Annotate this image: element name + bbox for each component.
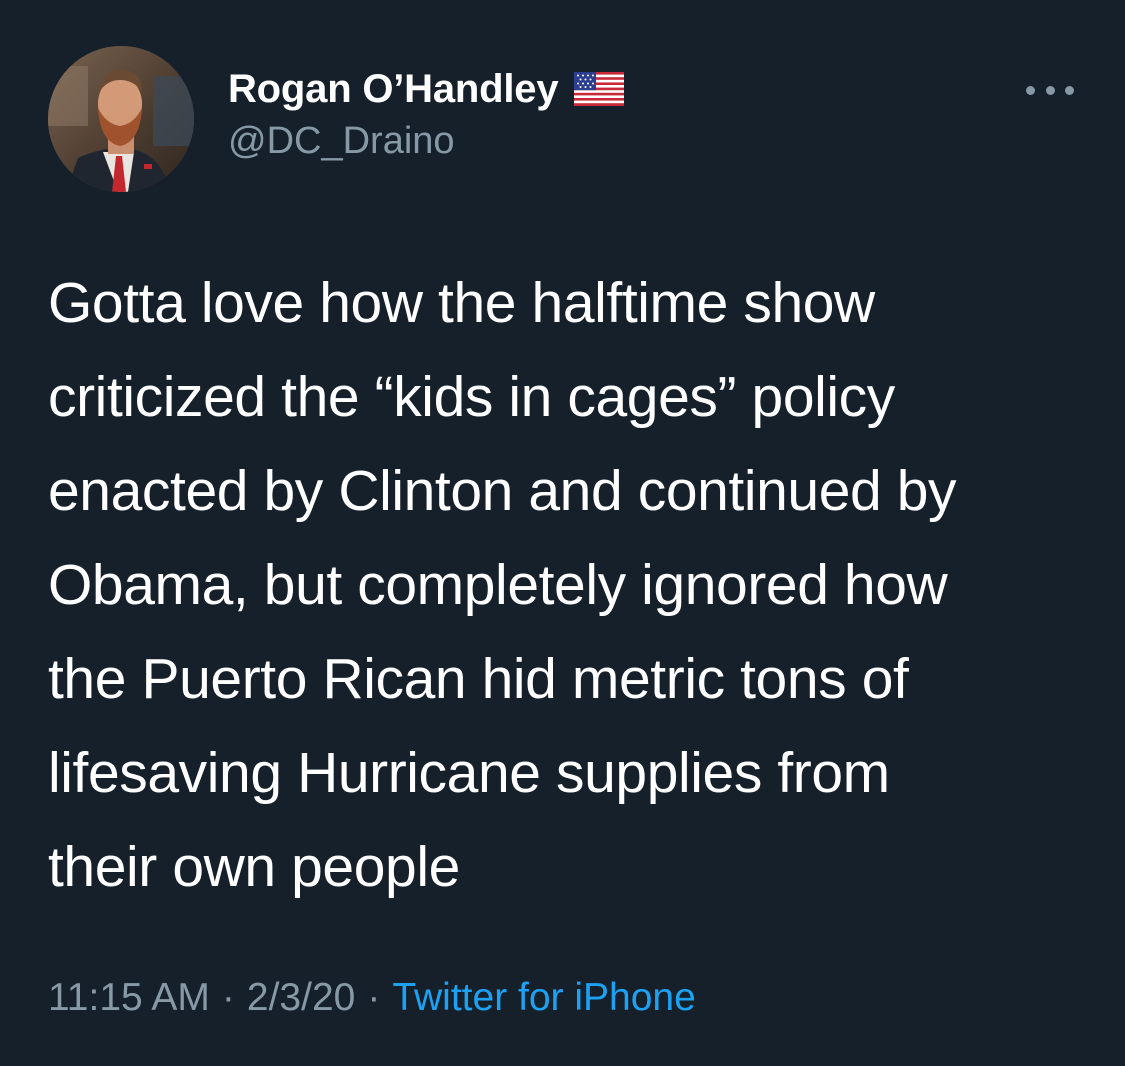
avatar-photo — [48, 46, 194, 192]
author-display-name[interactable]: Rogan O’Handley — [228, 67, 559, 112]
avatar[interactable] — [48, 46, 194, 192]
meta-separator: · — [367, 976, 381, 1019]
more-dot — [1026, 85, 1035, 95]
tweet-card: Rogan O’Handley @DC_Draino Gotta love ho… — [0, 0, 1125, 1066]
tweet-text-line: their own people — [48, 835, 460, 899]
tweet-source-link[interactable]: Twitter for iPhone — [392, 976, 695, 1020]
tweet-date[interactable]: 2/3/20 — [247, 976, 355, 1020]
meta-separator: · — [221, 976, 235, 1019]
more-dot — [1045, 85, 1055, 95]
author-handle[interactable]: @DC_Draino — [228, 120, 455, 163]
tweet-text-line: the Puerto Rican hid metric tons of — [48, 647, 909, 711]
us-flag-icon — [574, 72, 625, 106]
tweet-text: Gotta love how the halftime show critici… — [48, 256, 1088, 914]
tweet-text-line: enacted by Clinton and continued by — [48, 459, 957, 523]
tweet-text-line: lifesaving Hurricane supplies from — [48, 741, 890, 805]
tweet-text-line: Obama, but completely ignored how — [48, 553, 948, 617]
more-options-icon[interactable] — [1026, 80, 1074, 100]
tweet-time[interactable]: 11:15 AM — [48, 976, 210, 1020]
tweet-text-line: criticized the “kids in cages” policy — [48, 365, 895, 429]
tweet-text-line: Gotta love how the halftime show — [48, 271, 875, 335]
author-name-row: Rogan O’Handley — [228, 64, 625, 114]
more-dot — [1065, 85, 1074, 95]
tweet-metadata: 11:15 AM · 2/3/20 · Twitter for iPhone — [48, 976, 696, 1020]
